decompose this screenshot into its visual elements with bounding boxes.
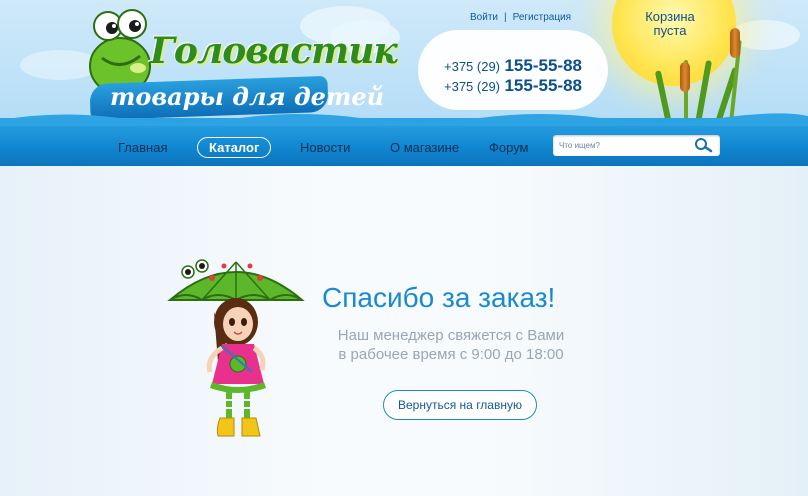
cart-status: пуста: [653, 23, 687, 38]
page-title: Спасибо за заказ!: [322, 282, 556, 313]
cart-label: Корзина: [645, 9, 695, 24]
logo-title: Головастик: [150, 30, 398, 72]
nav-item-home[interactable]: Главная: [118, 140, 167, 155]
nav-item-forum[interactable]: Форум: [489, 140, 529, 155]
auth-links: Войти | Регистрация: [470, 12, 571, 23]
message-line: Наш менеджер свяжется с Вами: [337, 327, 565, 344]
phone-number[interactable]: +375 (29) 155-55-88: [444, 76, 582, 96]
search-button[interactable]: [692, 137, 714, 154]
search-box: [553, 135, 720, 156]
search-input[interactable]: [559, 138, 689, 153]
header: Головастик товары для детей Войти | Регист…: [0, 0, 808, 126]
login-link[interactable]: Войти: [470, 12, 498, 23]
logo-subtitle: товары для детей: [110, 82, 385, 111]
back-home-button[interactable]: Вернуться на главную: [383, 390, 537, 420]
phone-number[interactable]: +375 (29) 155-55-88: [444, 56, 582, 76]
logo[interactable]: Головастик товары для детей: [80, 8, 398, 121]
thanks-message: Наш менеджер свяжется с Вами в рабочее в…: [325, 326, 577, 364]
phone-main: 155-55-88: [504, 76, 582, 95]
wave-decoration: [0, 113, 808, 126]
phone-code: +375 (29): [444, 59, 501, 74]
phone-code: +375 (29): [444, 79, 501, 94]
girl-with-umbrella: [167, 259, 305, 437]
phone-main: 155-55-88: [504, 56, 582, 75]
magnifier-icon: [695, 138, 713, 153]
nav-item-catalog[interactable]: Каталог: [197, 137, 272, 158]
cart-button[interactable]: Корзина пуста: [630, 10, 710, 38]
main-nav: Главная Каталог Новости О магазине Форум: [0, 113, 808, 166]
nav-item-news[interactable]: Новости: [300, 140, 350, 155]
message-line: в рабочее время с 9:00 до 18:00: [338, 346, 564, 363]
register-link[interactable]: Регистрация: [513, 12, 571, 23]
page: Головастик товары для детей Войти | Регист…: [0, 0, 808, 496]
nav-item-about[interactable]: О магазине: [390, 140, 459, 155]
link-separator: |: [503, 12, 507, 23]
